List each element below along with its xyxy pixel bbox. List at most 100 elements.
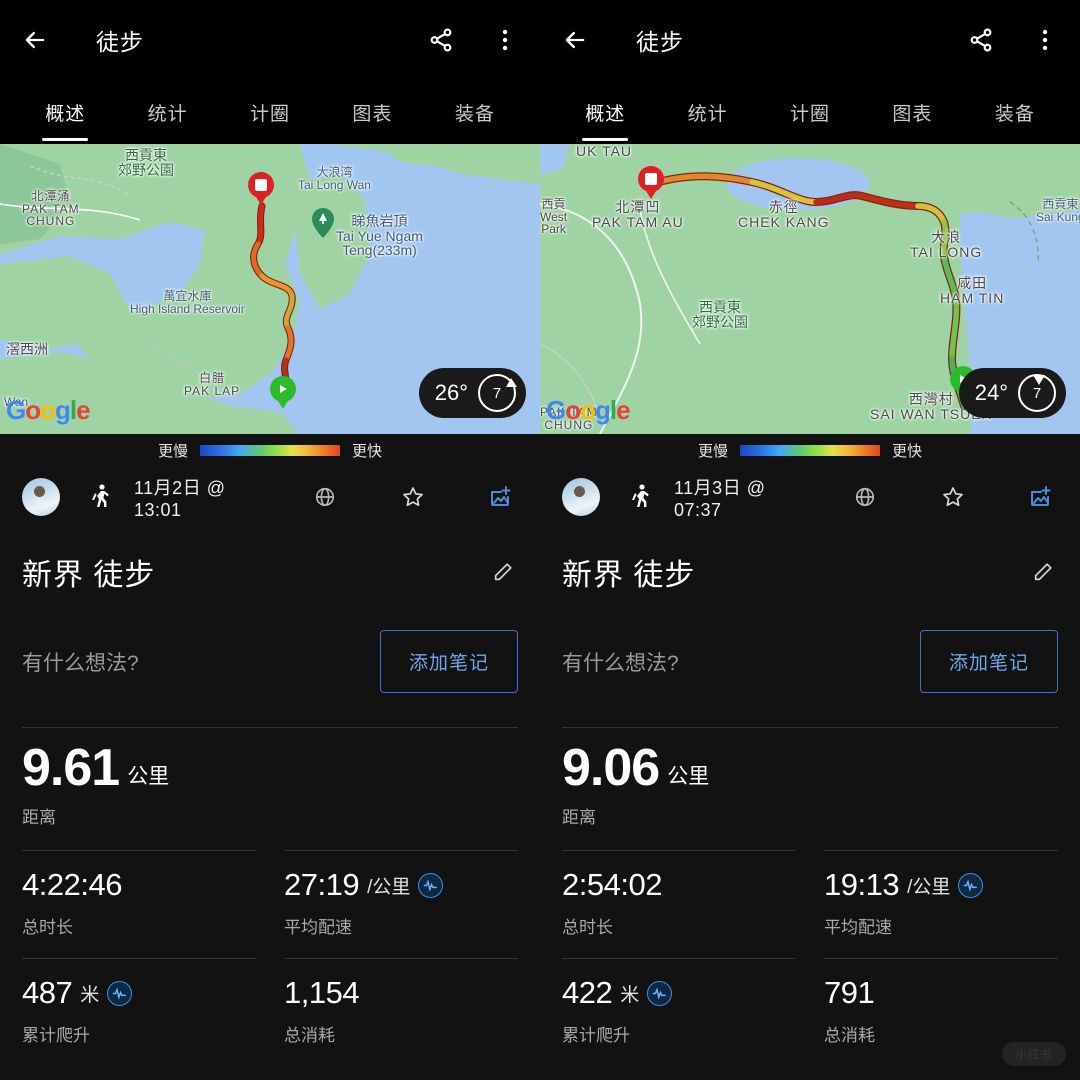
stat-unit: /公里 (367, 876, 411, 898)
tab-charts[interactable]: 图表 (861, 80, 963, 144)
add-photo-icon[interactable] (484, 480, 518, 514)
google-logo: Google (546, 395, 631, 425)
route-map[interactable]: 西貢東 郊野公園 北潭涌 PAK TAM CHUNG 大浪湾 Tai Long … (0, 144, 540, 434)
globe-icon[interactable] (308, 480, 342, 514)
analysis-icon[interactable] (107, 980, 133, 1006)
map-label: 赤徑 CHEK KANG (738, 199, 830, 230)
tab-label: 统计 (687, 103, 728, 125)
activity-title: 新界 徒步 (22, 559, 156, 592)
stat-avg-pace: 19:13 /公里 平均配速 (796, 851, 1058, 958)
distance-value: 9.61 (22, 739, 120, 797)
pencil-icon[interactable] (1028, 557, 1058, 587)
distance-block: 9.61 公里 距离 (22, 728, 518, 850)
tab-gear[interactable]: 装备 (424, 80, 526, 144)
tab-overview[interactable]: 概述 (554, 80, 656, 144)
tab-label: 计圈 (790, 103, 831, 125)
globe-icon[interactable] (848, 480, 882, 514)
note-placeholder[interactable]: 有什么想法? (22, 647, 380, 677)
stats-section: 9.61 公里 距离 4:22:46 总时长 27:19 /公里 平均配速 48… (0, 727, 540, 1066)
hiking-icon (624, 480, 658, 514)
stat-value: 2:54:02 (562, 867, 662, 903)
distance-block: 9.06 公里 距离 (562, 728, 1058, 850)
tab-label: 装备 (994, 103, 1035, 125)
tab-stats[interactable]: 统计 (116, 80, 218, 144)
map-label: 西貢東 郊野公園 (118, 147, 174, 178)
tab-label: 统计 (147, 103, 188, 125)
stats-section: 9.06 公里 距离 2:54:02 总时长 19:13 /公里 平均配速 42… (540, 727, 1080, 1066)
weather-badge: 24° 7 (958, 368, 1066, 418)
activity-panel-left: 徒步 概述 统计 计圈 图表 装备 西貢東 郊野公園 北潭涌 PAK TAM C… (0, 0, 540, 1080)
distance-label: 距离 (562, 808, 596, 828)
share-icon[interactable] (964, 23, 998, 57)
stat-calories: 1,154 总消耗 (256, 959, 518, 1066)
map-label: 滘西洲 (6, 341, 48, 357)
note-placeholder[interactable]: 有什么想法? (562, 647, 920, 677)
wind-direction-arrow (506, 378, 517, 387)
stat-label: 平均配速 (824, 918, 892, 938)
stats-grid-row: 2:54:02 总时长 19:13 /公里 平均配速 (562, 851, 1058, 958)
analysis-icon[interactable] (418, 872, 444, 898)
activity-meta-row: 11月2日 @ 13:01 (0, 466, 540, 528)
tab-label: 概述 (585, 103, 626, 125)
stat-value: 4:22:46 (22, 867, 122, 903)
stat-value: 422 (562, 975, 613, 1011)
add-note-button[interactable]: 添加笔记 (919, 630, 1058, 693)
analysis-icon[interactable] (647, 980, 673, 1006)
user-avatar[interactable] (562, 478, 600, 516)
temperature-value: 24° (974, 380, 1008, 405)
tab-laps[interactable]: 计圈 (219, 80, 321, 144)
add-note-button[interactable]: 添加笔记 (379, 630, 518, 693)
arrow-left-icon[interactable] (18, 23, 52, 57)
end-pin[interactable] (248, 172, 274, 206)
user-avatar[interactable] (22, 478, 60, 516)
stat-label: 总时长 (22, 918, 73, 938)
activity-date: 11月3日 @ 07:37 (674, 477, 766, 520)
add-photo-icon[interactable] (1024, 480, 1058, 514)
activity-meta-row: 11月3日 @ 07:37 (540, 466, 1080, 528)
note-row: 有什么想法? 添加笔记 (540, 594, 1080, 693)
map-label: 北潭凹 PAK TAM AU (592, 199, 684, 230)
more-vertical-icon[interactable] (488, 23, 522, 57)
weather-badge: 26° 7 (418, 368, 526, 418)
star-icon[interactable] (936, 480, 970, 514)
map-label: UK TAU (576, 144, 633, 159)
tab-bar: 概述 统计 计圈 图表 装备 (0, 80, 540, 144)
route-map[interactable]: UK TAU 北潭凹 PAK TAM AU 赤徑 CHEK KANG 西貢 We… (540, 144, 1080, 434)
wind-dial: 7 (1018, 374, 1056, 412)
stat-value: 19:13 (824, 867, 900, 903)
end-pin[interactable] (638, 166, 664, 200)
tab-label: 图表 (352, 103, 393, 125)
tab-stats[interactable]: 统计 (656, 80, 758, 144)
stat-unit: /公里 (907, 876, 951, 898)
tab-charts[interactable]: 图表 (321, 80, 423, 144)
wind-dial: 7 (478, 374, 517, 412)
pencil-icon[interactable] (488, 557, 518, 587)
map-label: 北潭涌 PAK TAM CHUNG (22, 189, 80, 229)
dual-activity-screenshot: 徒步 概述 统计 计圈 图表 装备 西貢東 郊野公園 北潭涌 PAK TAM C… (0, 0, 1080, 1080)
share-icon[interactable] (424, 23, 458, 57)
stats-grid-row: 4:22:46 总时长 27:19 /公里 平均配速 (22, 851, 518, 958)
more-vertical-icon[interactable] (1028, 23, 1062, 57)
arrow-left-icon[interactable] (558, 23, 592, 57)
map-label: 萬宜水庫 High Island Reservoir (130, 289, 245, 316)
stat-label: 累计爬升 (562, 1026, 630, 1046)
start-pin[interactable] (270, 376, 296, 410)
star-icon[interactable] (396, 480, 430, 514)
map-label: 西貢東 郊野公園 (692, 299, 748, 330)
tab-label: 装备 (454, 103, 495, 125)
stat-elevation-gain: 422 米 累计爬升 (562, 959, 796, 1066)
page-title: 徒步 (96, 29, 144, 55)
poi-marker[interactable] (312, 208, 334, 243)
stat-avg-pace: 27:19 /公里 平均配速 (256, 851, 518, 958)
hiking-icon (84, 480, 118, 514)
tab-label: 概述 (45, 103, 86, 125)
stat-label: 平均配速 (284, 918, 352, 938)
tab-overview[interactable]: 概述 (14, 80, 116, 144)
tab-laps[interactable]: 计圈 (759, 80, 861, 144)
activity-title: 新界 徒步 (562, 559, 696, 592)
map-label: 西貢東 Sai Kung (1036, 197, 1080, 224)
speed-gradient-bar (200, 444, 340, 456)
analysis-icon[interactable] (958, 872, 984, 898)
tab-gear[interactable]: 装备 (964, 80, 1066, 144)
activity-title-row: 新界 徒步 (540, 528, 1080, 594)
